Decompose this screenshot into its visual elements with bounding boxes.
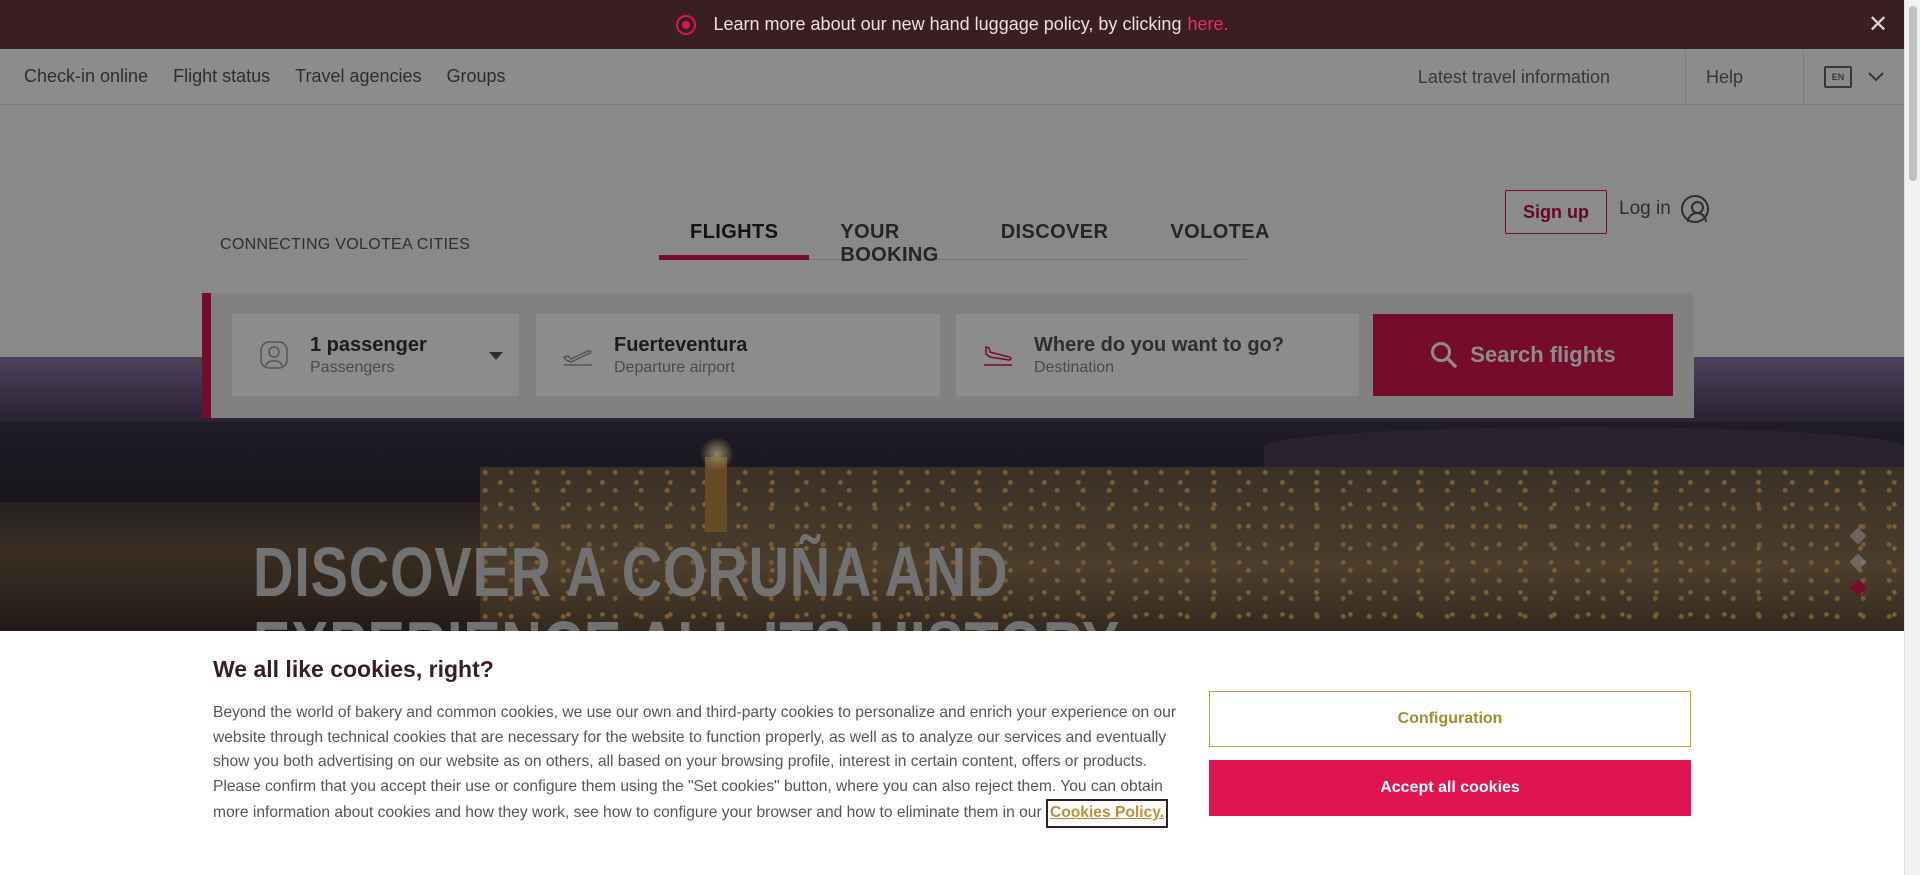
cookies-policy-link[interactable]: Cookies Policy.: [1045, 799, 1169, 828]
carousel-dot-active[interactable]: [1849, 579, 1867, 597]
chevron-down-icon: [1868, 72, 1884, 82]
target-dot-icon: [675, 14, 696, 35]
tab-your-booking[interactable]: YOUR BOOKING: [809, 215, 969, 266]
log-in-button[interactable]: Log in: [1619, 195, 1709, 223]
destination-placeholder: Where do you want to go?: [1034, 333, 1284, 356]
cookie-text: Beyond the world of bakery and common co…: [213, 701, 1178, 828]
language-selector[interactable]: EN: [1804, 66, 1904, 88]
page-scrollbar[interactable]: [1904, 0, 1920, 875]
person-icon: [258, 339, 290, 371]
nav-flight-status[interactable]: Flight status: [173, 66, 270, 87]
log-in-label: Log in: [1619, 198, 1671, 219]
carousel-indicators: [1849, 527, 1867, 597]
nav-travel-agencies[interactable]: Travel agencies: [295, 66, 421, 87]
plane-landing-icon: [982, 339, 1014, 371]
cookie-title: We all like cookies, right?: [213, 656, 494, 682]
announcement-link[interactable]: here.: [1187, 14, 1228, 35]
main-tabs: FLIGHTS YOUR BOOKING DISCOVER VOLOTEA: [659, 215, 1269, 266]
destination-label: Destination: [1034, 358, 1115, 376]
cookie-configuration-button[interactable]: Configuration: [1209, 691, 1691, 747]
departure-label: Departure airport: [614, 358, 735, 376]
plane-takeoff-icon: [562, 339, 594, 371]
cookie-body: Beyond the world of bakery and common co…: [213, 704, 1177, 822]
passengers-label: Passengers: [310, 358, 395, 376]
tagline: CONNECTING VOLOTEA CITIES: [220, 236, 471, 253]
accept-all-cookies-button[interactable]: Accept all cookies: [1209, 760, 1691, 816]
carousel-dot[interactable]: [1849, 527, 1867, 545]
carousel-dot[interactable]: [1849, 553, 1867, 571]
announcement-bar: Learn more about our new hand luggage po…: [0, 0, 1904, 49]
top-nav-links: Check-in online Flight status Travel age…: [0, 66, 506, 87]
latest-travel-info-link[interactable]: Latest travel information: [1418, 67, 1685, 88]
tab-volotea[interactable]: VOLOTEA: [1139, 215, 1300, 260]
cookie-banner: We all like cookies, right? Beyond the w…: [0, 631, 1904, 875]
scrollbar-thumb[interactable]: [1909, 6, 1917, 181]
passengers-value: 1 passenger: [310, 333, 427, 356]
flight-search-widget: 1 passenger Passengers Fuerteventura Dep…: [202, 293, 1694, 418]
tab-flights[interactable]: FLIGHTS: [659, 215, 810, 260]
destination-field[interactable]: Where do you want to go? Destination: [956, 314, 1359, 396]
search-icon: [1431, 342, 1457, 368]
search-flights-label: Search flights: [1470, 342, 1616, 367]
user-circle-icon: [1680, 195, 1709, 223]
top-nav: Check-in online Flight status Travel age…: [0, 49, 1904, 105]
nav-groups[interactable]: Groups: [447, 66, 506, 87]
top-nav-right: Latest travel information Help EN: [1418, 49, 1904, 105]
hero-title-line1: DISCOVER A CORUÑA AND: [253, 533, 1009, 611]
search-flights-button[interactable]: Search flights: [1373, 314, 1673, 396]
nav-checkin-online[interactable]: Check-in online: [24, 66, 148, 87]
passengers-select[interactable]: 1 passenger Passengers: [232, 314, 519, 396]
sign-up-button[interactable]: Sign up: [1505, 190, 1607, 234]
close-icon[interactable]: ✕: [1864, 10, 1892, 38]
help-link[interactable]: Help: [1686, 67, 1803, 88]
announcement-text: Learn more about our new hand luggage po…: [713, 14, 1182, 34]
speech-bubble-icon: EN: [1824, 66, 1852, 88]
departure-airport-field[interactable]: Fuerteventura Departure airport: [536, 314, 940, 396]
chevron-down-icon: [489, 352, 503, 360]
departure-value: Fuerteventura: [614, 333, 748, 356]
tab-discover[interactable]: DISCOVER: [970, 215, 1140, 260]
